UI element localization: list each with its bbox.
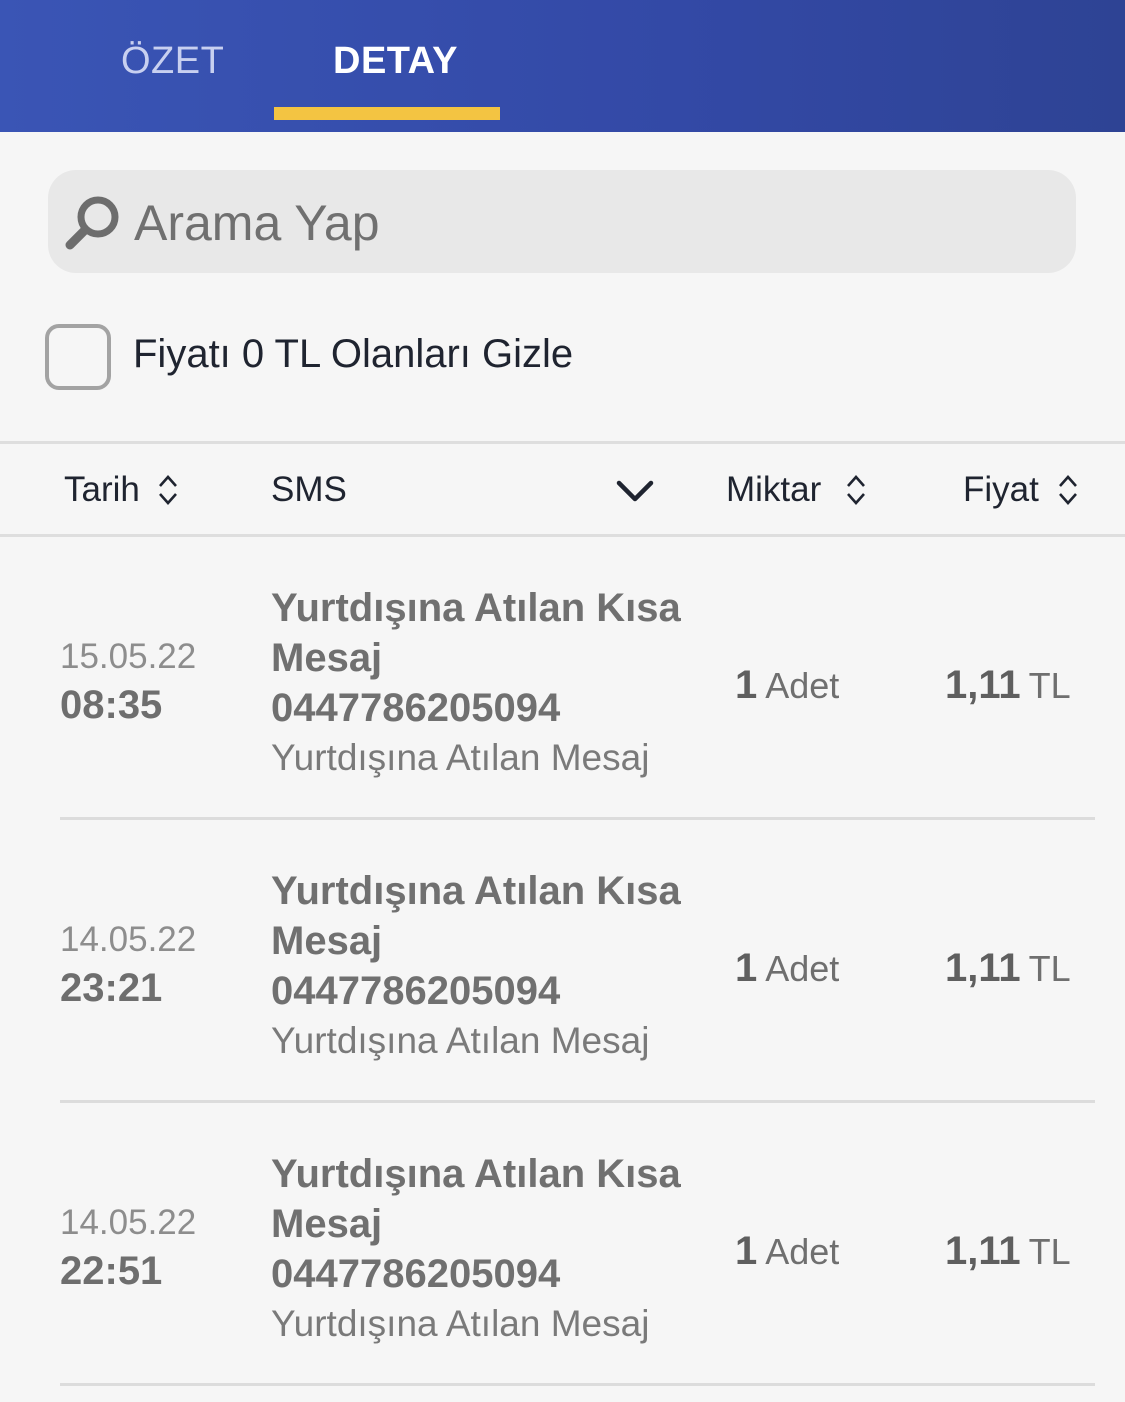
sort-icon[interactable] bbox=[845, 472, 867, 508]
column-header-date[interactable]: Tarih bbox=[64, 470, 140, 510]
row-price: 1,11 TL bbox=[945, 1229, 1071, 1273]
row-time: 22:51 bbox=[60, 1249, 163, 1293]
row-date: 15.05.22 bbox=[60, 637, 197, 676]
tab-bar: ÖZET DETAY bbox=[0, 0, 1125, 132]
row-number: 0447786205094 bbox=[271, 969, 561, 1013]
row-date: 14.05.22 bbox=[60, 920, 197, 959]
row-date: 14.05.22 bbox=[60, 1203, 197, 1242]
sort-icon[interactable] bbox=[1057, 472, 1079, 508]
table-row[interactable]: 14.05.22 23:21 Yurtdışına Atılan Kısa Me… bbox=[0, 820, 1125, 1103]
search-input[interactable] bbox=[134, 190, 1034, 256]
row-number: 0447786205094 bbox=[271, 686, 561, 730]
sort-icon[interactable] bbox=[157, 472, 179, 508]
row-price: 1,11 TL bbox=[945, 663, 1071, 707]
row-time: 23:21 bbox=[60, 966, 163, 1010]
row-quantity: 1 Adet bbox=[735, 663, 840, 707]
row-title: Yurtdışına Atılan Kısa Mesaj bbox=[271, 869, 681, 963]
row-title: Yurtdışına Atılan Kısa Mesaj bbox=[271, 1152, 681, 1246]
row-quantity: 1 Adet bbox=[735, 1229, 840, 1273]
search-icon bbox=[65, 196, 119, 250]
tab-summary[interactable]: ÖZET bbox=[121, 40, 224, 83]
chevron-down-icon[interactable] bbox=[616, 476, 654, 506]
row-quantity: 1 Adet bbox=[735, 946, 840, 990]
row-description: Yurtdışına Atılan Mesaj bbox=[271, 1020, 650, 1061]
active-tab-indicator bbox=[274, 107, 500, 120]
column-header-type[interactable]: SMS bbox=[271, 470, 347, 510]
hide-zero-price-checkbox[interactable] bbox=[45, 324, 111, 390]
table-row[interactable]: 15.05.22 08:35 Yurtdışına Atılan Kısa Me… bbox=[0, 537, 1125, 820]
row-description: Yurtdışına Atılan Mesaj bbox=[271, 1303, 650, 1344]
row-divider bbox=[60, 1383, 1095, 1386]
row-title: Yurtdışına Atılan Kısa Mesaj bbox=[271, 586, 681, 680]
table-row[interactable]: 14.05.22 22:51 Yurtdışına Atılan Kısa Me… bbox=[0, 1103, 1125, 1386]
row-price: 1,11 TL bbox=[945, 946, 1071, 990]
divider bbox=[0, 441, 1125, 444]
row-description: Yurtdışına Atılan Mesaj bbox=[271, 737, 650, 778]
row-number: 0447786205094 bbox=[271, 1252, 561, 1296]
tab-detail[interactable]: DETAY bbox=[333, 40, 458, 83]
column-header-price[interactable]: Fiyat bbox=[963, 470, 1039, 510]
hide-zero-price-label[interactable]: Fiyatı 0 TL Olanları Gizle bbox=[133, 332, 573, 377]
column-header-quantity[interactable]: Miktar bbox=[726, 470, 821, 510]
row-time: 08:35 bbox=[60, 683, 163, 727]
